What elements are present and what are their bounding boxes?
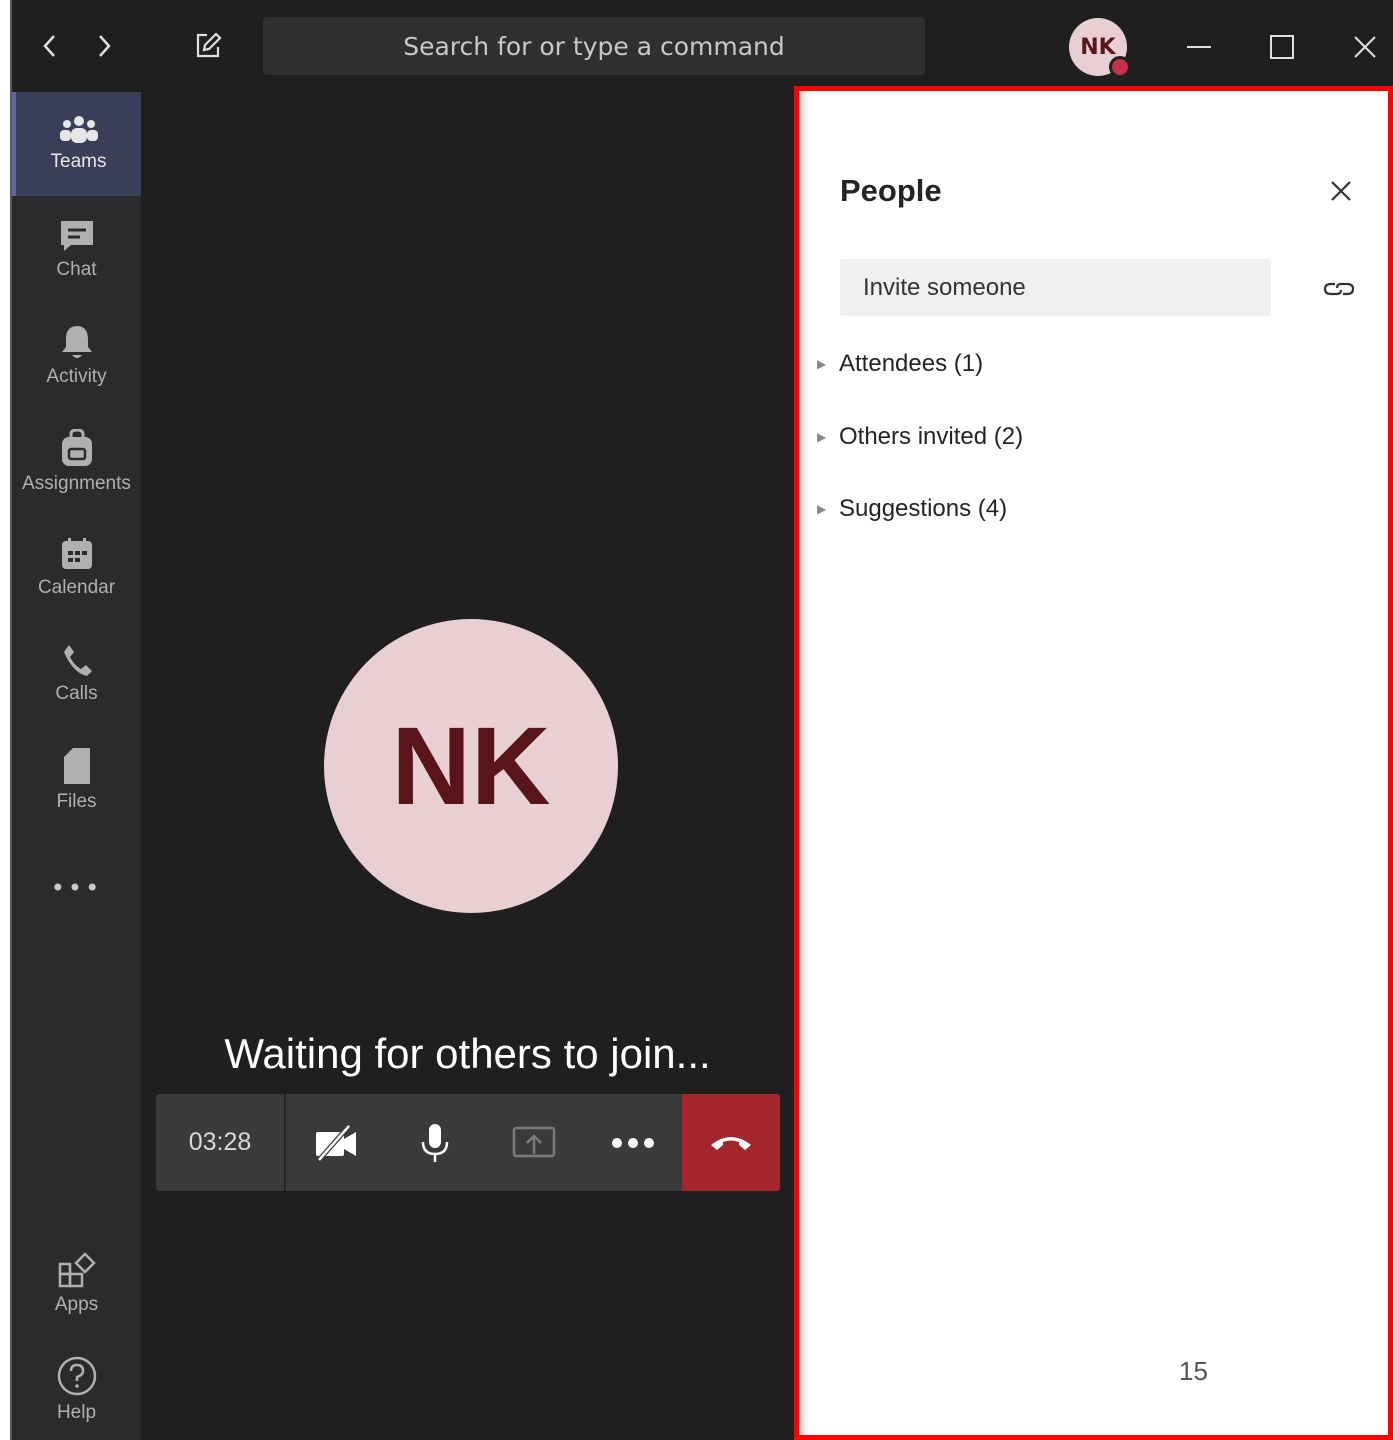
close-icon: [1354, 36, 1376, 58]
status-dot: [1109, 56, 1131, 78]
participant-initials: NK: [391, 704, 551, 828]
rail-label-apps: Apps: [54, 1294, 99, 1315]
microphone-icon: [421, 1123, 448, 1162]
share-screen-icon: [512, 1126, 555, 1157]
chevron-right-icon: [99, 35, 111, 57]
rail-item-apps[interactable]: Apps: [12, 1232, 141, 1336]
apps-icon: [58, 1252, 96, 1288]
minimize-button[interactable]: [1180, 28, 1218, 66]
phone-icon: [63, 645, 92, 676]
rail-item-chat[interactable]: Chat: [12, 198, 141, 302]
group-attendees[interactable]: ▶ Attendees (1): [817, 344, 983, 384]
chevron-left-icon: [43, 35, 55, 57]
rail-item-activity[interactable]: Activity: [12, 304, 141, 408]
rail-label-teams: Teams: [50, 151, 107, 172]
group-label: Others invited: [839, 423, 988, 450]
microphone-button[interactable]: [385, 1094, 484, 1191]
help-icon: [57, 1356, 96, 1396]
caret-right-icon: ▶: [817, 357, 827, 371]
rail-item-calls[interactable]: Calls: [12, 622, 141, 726]
caret-right-icon: ▶: [817, 430, 827, 444]
people-panel-highlight: People ▶ Attendees (1) ▶ Others invited …: [794, 86, 1393, 1440]
rail-item-teams[interactable]: Teams: [12, 92, 141, 196]
share-screen-button[interactable]: [484, 1094, 583, 1191]
app-rail: Teams Chat Activity Assignments Calendar…: [12, 92, 141, 1440]
rail-item-calendar[interactable]: Calendar: [12, 516, 141, 620]
rail-label-assignments: Assignments: [22, 473, 131, 494]
group-suggestions[interactable]: ▶ Suggestions (4): [817, 489, 1007, 529]
close-window-button[interactable]: [1346, 28, 1384, 66]
backpack-icon: [61, 429, 92, 466]
copy-join-link-button[interactable]: [1321, 271, 1357, 307]
file-icon: [63, 748, 90, 784]
group-count: (1): [953, 350, 984, 377]
group-others-invited[interactable]: ▶ Others invited (2): [817, 417, 1023, 457]
link-icon: [1323, 282, 1355, 296]
back-button[interactable]: [32, 28, 68, 64]
title-bar: Search for or type a command NK: [12, 0, 1393, 92]
group-label: Suggestions: [839, 495, 972, 522]
rail-label-calendar: Calendar: [37, 577, 116, 598]
new-chat-button[interactable]: [190, 28, 226, 64]
page-number: 15: [1179, 1356, 1208, 1386]
search-box[interactable]: Search for or type a command: [263, 17, 925, 75]
chat-icon: [60, 221, 93, 251]
rail-label-files: Files: [56, 791, 97, 812]
call-controls: 03:28: [156, 1094, 780, 1191]
rail-label-calls: Calls: [55, 683, 98, 704]
call-timer: 03:28: [156, 1094, 286, 1191]
waiting-message: Waiting for others to join...: [224, 1030, 711, 1077]
close-panel-button[interactable]: [1323, 173, 1359, 209]
rail-label-chat: Chat: [56, 259, 97, 280]
profile-initials: NK: [1080, 34, 1116, 60]
camera-toggle-button[interactable]: [286, 1094, 385, 1191]
close-icon: [1331, 181, 1351, 201]
rail-label-activity: Activity: [46, 366, 107, 387]
panel-title: People: [840, 173, 942, 208]
rail-item-assignments[interactable]: Assignments: [12, 410, 141, 514]
group-count: (2): [993, 423, 1024, 450]
calendar-icon: [61, 538, 92, 569]
maximize-icon: [1270, 35, 1294, 59]
forward-button[interactable]: [86, 28, 122, 64]
maximize-button[interactable]: [1263, 28, 1301, 66]
group-label: Attendees: [839, 350, 948, 377]
more-actions-button[interactable]: [583, 1094, 682, 1191]
compose-icon: [196, 32, 222, 58]
participant-avatar: NK: [324, 619, 618, 913]
people-panel: People ▶ Attendees (1) ▶ Others invited …: [799, 91, 1388, 1435]
caret-right-icon: ▶: [817, 502, 827, 516]
hang-up-icon: [711, 1136, 751, 1150]
rail-item-files[interactable]: Files: [12, 728, 141, 832]
camera-off-icon: [315, 1123, 356, 1162]
group-count: (4): [977, 495, 1008, 522]
rail-more-button[interactable]: •••: [12, 838, 141, 938]
invite-someone-input[interactable]: [840, 259, 1271, 316]
hang-up-button[interactable]: [682, 1094, 780, 1191]
minimize-icon: [1187, 46, 1211, 48]
more-icon: •••: [50, 874, 103, 902]
ellipsis-icon: [611, 1137, 654, 1148]
rail-item-help[interactable]: Help: [12, 1338, 141, 1440]
rail-label-help: Help: [56, 1402, 97, 1423]
bell-icon: [61, 326, 92, 358]
teams-icon: [59, 116, 98, 143]
window-edge: [0, 0, 12, 1440]
meeting-stage: NK Waiting for others to join... 03:28: [141, 92, 794, 1440]
search-placeholder: Search for or type a command: [403, 31, 785, 61]
